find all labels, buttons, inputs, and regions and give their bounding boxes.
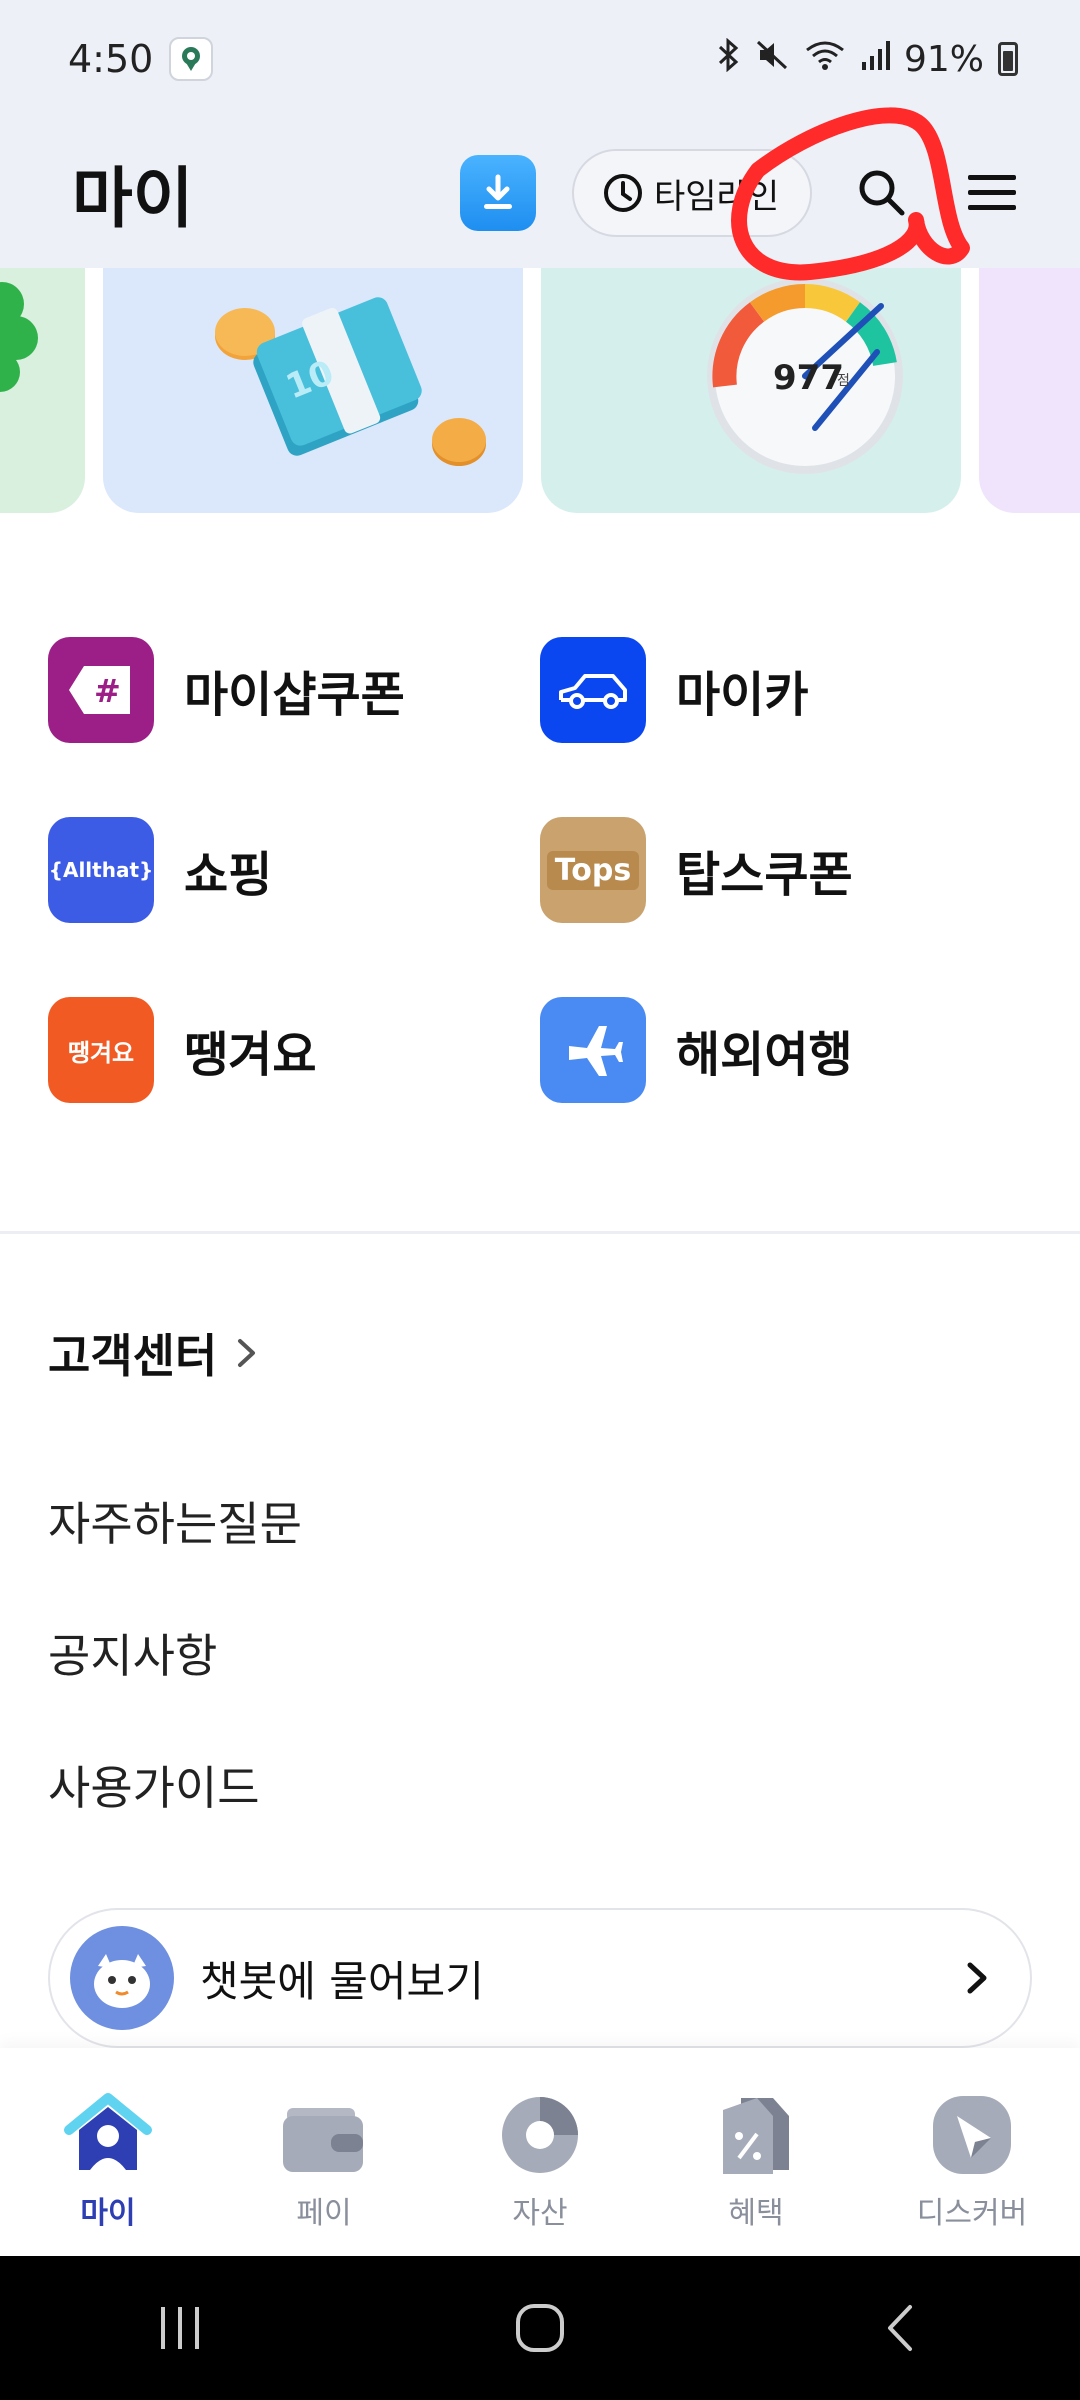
tops-logo-text: Tops [546,850,640,890]
service-tops-coupon[interactable]: Tops 탑스쿠폰 [540,816,1020,924]
credit-score-value: 977 [773,358,844,398]
ddaeng-logo-text: 땡겨요 [67,1038,135,1067]
pie-chart-icon [495,2090,585,2180]
banner-card-money[interactable]: 10 [103,268,523,513]
chevron-right-icon [238,1339,256,1367]
service-label: 탑스쿠폰 [676,847,853,903]
bluetooth-icon [716,37,742,80]
bottom-navigation: 마이 페이 자산 혜택 디스커버 [0,2048,1080,2256]
nav-tab-discover[interactable]: 디스커버 [882,2090,1062,2232]
page-title: 마이 [72,160,194,237]
home-button[interactable] [480,2278,600,2378]
nav-label: 페이 [296,2196,352,2231]
banner-carousel[interactable]: 10 977 점 [0,268,1080,513]
search-icon [859,170,905,216]
service-overseas-travel[interactable]: 해외여행 [540,996,1020,1104]
home-circle-icon [516,2304,564,2352]
nav-label: 마이 [80,2196,136,2231]
notice-link[interactable]: 공지사항 [48,1620,217,1686]
recent-apps-button[interactable] [120,2278,240,2378]
user-guide-link[interactable]: 사용가이드 [48,1752,260,1818]
section-divider [0,1231,1080,1234]
clover-icon [0,282,38,392]
screen: 4:50 91% 마이 타임라인 10 977 점 # 마이샵쿠폰 마이카 {A… [0,0,1080,2400]
chatbot-label: 챗봇에 물어보기 [200,1956,484,2006]
nav-label: 디스커버 [916,2196,1028,2231]
back-button[interactable] [840,2278,960,2378]
allthat-logo-text: {Allthat} [48,858,154,882]
service-label: 해외여행 [676,1027,853,1083]
chatbot-button[interactable]: 챗봇에 물어보기 [48,1908,1032,2048]
status-bar: 4:50 91% [0,0,1080,118]
customer-center-title: 고객센터 [48,1329,218,1383]
download-icon [484,174,512,209]
app-header: 마이 타임라인 [0,118,1080,268]
header-actions: 타임라인 [460,149,1032,237]
nav-tab-pay[interactable]: 페이 [234,2090,414,2232]
service-myshop-coupon[interactable]: # 마이샵쿠폰 [48,636,528,744]
service-label: 쇼핑 [184,847,273,903]
banner-card-next[interactable] [979,268,1080,513]
service-label: 땡겨요 [184,1027,317,1083]
service-ddaeng[interactable]: 땡겨요 땡겨요 [48,996,528,1104]
signal-icon [860,38,890,80]
wallet-icon [279,2090,369,2180]
service-shopping[interactable]: {Allthat} 쇼핑 [48,816,528,924]
timeline-label: 타임라인 [654,176,780,217]
car-icon [540,637,646,743]
ddaeng-logo: 땡겨요 [48,997,154,1103]
chevron-right-icon [967,1962,987,1994]
banner-card-credit-score[interactable]: 977 점 [541,268,961,513]
map-pin-icon [169,37,214,81]
service-label: 마이카 [676,667,809,723]
battery-percent: 91% [903,38,984,80]
mute-icon [756,38,790,80]
clock-icon [604,174,642,212]
hamburger-menu-icon [968,175,1016,210]
credit-score-unit: 점 [837,373,850,389]
compass-icon [927,2090,1017,2180]
tops-logo: Tops [540,817,646,923]
hashtag-tag-icon: # [48,637,154,743]
allthat-logo: {Allthat} [48,817,154,923]
wifi-icon [804,38,846,80]
banner-card-clover[interactable] [0,268,85,513]
svg-text:#: # [94,672,121,710]
menu-button[interactable] [952,153,1032,233]
recent-apps-icon [161,2307,199,2349]
speedometer-icon [707,278,903,474]
airplane-icon [540,997,646,1103]
service-label: 마이샵쿠폰 [184,667,405,723]
search-button[interactable] [842,153,922,233]
nav-tab-assets[interactable]: 자산 [450,2090,630,2232]
nav-label: 혜택 [728,2196,784,2231]
download-button[interactable] [460,155,536,231]
nav-tab-benefits[interactable]: 혜택 [666,2090,846,2232]
status-icons: 91% [716,37,1018,80]
service-mycar[interactable]: 마이카 [540,636,1020,744]
timeline-button[interactable]: 타임라인 [572,149,812,237]
system-navigation-bar [0,2256,1080,2400]
money-stack-icon: 10 [215,297,486,466]
faq-link[interactable]: 자주하는질문 [48,1488,302,1554]
customer-center-link[interactable]: 고객센터 [48,1320,259,1386]
nav-label: 자산 [512,2196,568,2231]
status-time: 4:50 [68,37,154,81]
discount-tag-icon [711,2090,801,2180]
chatbot-avatar [70,1926,174,2030]
nav-tab-my[interactable]: 마이 [18,2090,198,2232]
home-person-icon [63,2090,153,2180]
battery-icon [998,42,1018,76]
back-chevron-icon [888,2305,912,2351]
